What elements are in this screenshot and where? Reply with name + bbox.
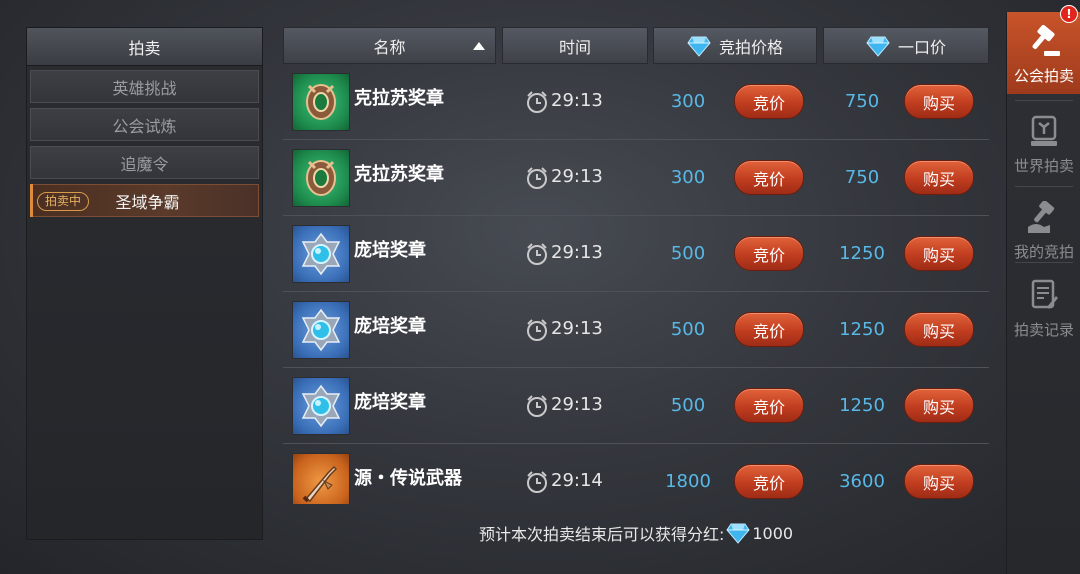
item-name: 庞培奖章 [354, 392, 426, 413]
tab-guild-auction[interactable]: ! 公会拍卖 [1007, 5, 1080, 94]
category-label: 公会试炼 [112, 116, 177, 136]
item-name: 克拉苏奖章 [354, 164, 444, 185]
alarm-clock-icon [527, 167, 547, 189]
remaining-time: 29:13 [551, 318, 603, 339]
alarm-clock-icon [527, 395, 547, 417]
bid-button[interactable]: 竞价 [734, 312, 804, 347]
tab-my-bids[interactable]: 我的竞拍 [1007, 188, 1080, 270]
auction-row: 克拉苏奖章 29:13 300 竞价 750 购买 [283, 140, 989, 216]
dividend-info: 预计本次拍卖结束后可以获得分红: 1000 [283, 518, 989, 548]
item-name: 源・传说武器 [354, 468, 462, 489]
buy-button[interactable]: 购买 [904, 312, 974, 347]
tab-label: 世界拍卖 [1013, 157, 1074, 175]
buyout-price-value: 750 [844, 167, 880, 188]
bid-price-value: 1800 [665, 471, 711, 492]
tab-divider [1015, 100, 1073, 101]
buyout-price-value: 1250 [839, 319, 885, 340]
auction-active-badge: 拍卖中 [37, 192, 90, 211]
category-item-guild-trial[interactable]: 公会试炼 [30, 108, 259, 141]
bid-price-value: 500 [670, 319, 706, 340]
header-buyout-price-label: 一口价 [897, 37, 946, 57]
tab-auction-records[interactable]: 拍卖记录 [1007, 266, 1080, 348]
remaining-time: 29:14 [551, 470, 603, 491]
alarm-clock-icon [527, 471, 547, 493]
legendary-weapon-icon[interactable] [292, 453, 350, 504]
tab-divider [1015, 262, 1073, 263]
world-auction-icon [1031, 115, 1057, 146]
buy-button[interactable]: 购买 [904, 388, 974, 423]
category-panel-title: 拍卖 [27, 28, 262, 66]
header-name[interactable]: 名称 [283, 27, 496, 64]
category-item-demon-hunt[interactable]: 追魔令 [30, 146, 259, 179]
remaining-time: 29:13 [551, 242, 603, 263]
blue-medal-icon[interactable] [292, 301, 350, 359]
category-list: 英雄挑战 公会试炼 追魔令 拍卖中 圣域争霸 [27, 66, 262, 217]
header-time-label: 时间 [558, 37, 591, 57]
sort-ascending-icon [473, 42, 485, 50]
buy-button[interactable]: 购买 [904, 236, 974, 271]
tab-label: 拍卖记录 [1013, 321, 1074, 339]
diamond-icon [687, 36, 711, 57]
remaining-time: 29:13 [551, 394, 603, 415]
record-icon [1031, 279, 1058, 309]
tab-divider [1015, 186, 1073, 187]
tab-world-auction[interactable]: 世界拍卖 [1007, 102, 1080, 184]
remaining-time: 29:13 [551, 166, 603, 187]
bid-price-value: 300 [670, 167, 706, 188]
bid-button[interactable]: 竞价 [734, 160, 804, 195]
auction-side-tabs: ! 公会拍卖 世界拍卖 我的竞拍 拍卖记录 [1006, 5, 1080, 574]
my-bid-icon [1028, 201, 1055, 233]
bid-price-value: 500 [670, 243, 706, 264]
green-medal-icon[interactable] [292, 73, 350, 131]
header-buyout-price[interactable]: 一口价 [823, 27, 989, 64]
auction-row: 克拉苏奖章 29:13 300 竞价 750 购买 [283, 64, 989, 140]
auction-row: 源・传说武器 29:14 1800 竞价 3600 购买 [283, 444, 989, 504]
header-time[interactable]: 时间 [502, 27, 648, 64]
category-item-sanctuary-battle[interactable]: 拍卖中 圣域争霸 [30, 184, 259, 217]
blue-medal-icon[interactable] [292, 225, 350, 283]
category-label: 圣域争霸 [115, 192, 180, 212]
auction-row: 庞培奖章 29:13 500 竞价 1250 购买 [283, 292, 989, 368]
alert-badge: ! [1060, 5, 1078, 23]
item-name: 庞培奖章 [354, 316, 426, 337]
buy-button[interactable]: 购买 [904, 464, 974, 499]
gavel-icon [1032, 25, 1060, 56]
item-name: 克拉苏奖章 [354, 88, 444, 109]
buy-button[interactable]: 购买 [904, 84, 974, 119]
header-bid-price-label: 竞拍价格 [718, 37, 783, 57]
auction-row: 庞培奖章 29:13 500 竞价 1250 购买 [283, 216, 989, 292]
bid-button[interactable]: 竞价 [734, 84, 804, 119]
tab-label: 公会拍卖 [1013, 67, 1074, 85]
category-label: 追魔令 [120, 154, 169, 174]
bid-price-value: 500 [670, 395, 706, 416]
buyout-price-value: 750 [844, 91, 880, 112]
buyout-price-value: 3600 [839, 471, 885, 492]
dividend-text: 预计本次拍卖结束后可以获得分红: [478, 525, 725, 544]
alarm-clock-icon [527, 243, 547, 265]
category-panel: 拍卖 英雄挑战 公会试炼 追魔令 拍卖中 圣域争霸 [26, 27, 263, 540]
category-label: 英雄挑战 [112, 78, 177, 98]
tab-label: 我的竞拍 [1013, 243, 1074, 261]
green-medal-icon[interactable] [292, 149, 350, 207]
category-item-hero-challenge[interactable]: 英雄挑战 [30, 70, 259, 103]
bid-button[interactable]: 竞价 [734, 236, 804, 271]
bid-button[interactable]: 竞价 [734, 388, 804, 423]
buy-button[interactable]: 购买 [904, 160, 974, 195]
auction-list[interactable]: 克拉苏奖章 29:13 300 竞价 750 购买 克拉苏奖章 29:13 30… [283, 64, 989, 504]
dividend-amount: 1000 [752, 523, 794, 543]
item-name: 庞培奖章 [354, 240, 426, 261]
diamond-icon [726, 523, 750, 544]
header-bid-price[interactable]: 竞拍价格 [653, 27, 817, 64]
header-name-label: 名称 [373, 37, 406, 57]
bid-button[interactable]: 竞价 [734, 464, 804, 499]
alarm-clock-icon [527, 91, 547, 113]
bid-price-value: 300 [670, 91, 706, 112]
diamond-icon [866, 36, 890, 57]
blue-medal-icon[interactable] [292, 377, 350, 435]
auction-row: 庞培奖章 29:13 500 竞价 1250 购买 [283, 368, 989, 444]
buyout-price-value: 1250 [839, 243, 885, 264]
remaining-time: 29:13 [551, 90, 603, 111]
buyout-price-value: 1250 [839, 395, 885, 416]
alarm-clock-icon [527, 319, 547, 341]
